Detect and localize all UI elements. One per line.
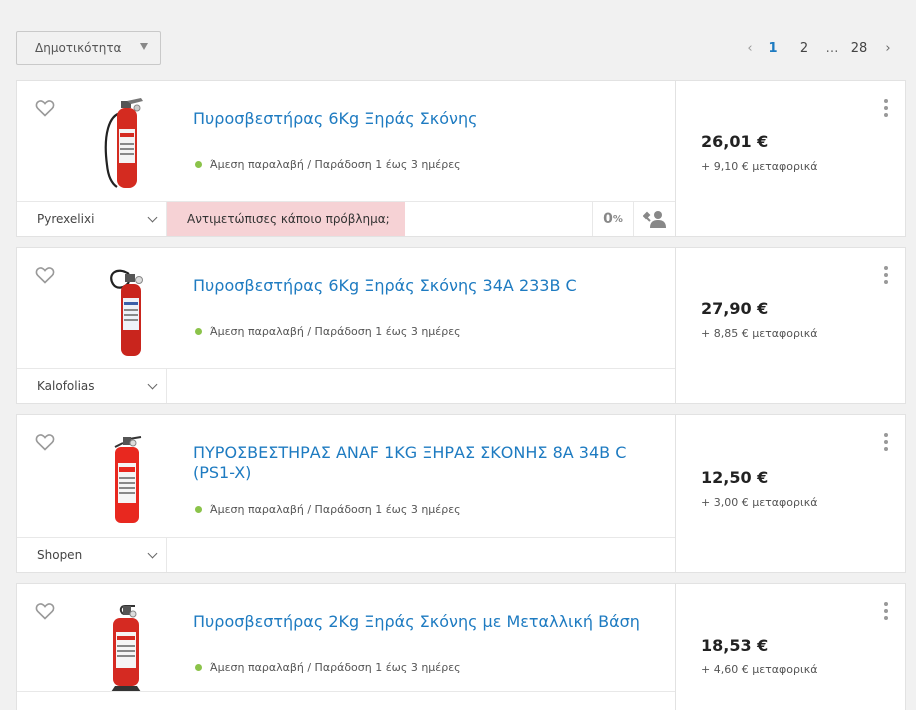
price-panel: 12,50 € + 3,00 € μεταφορικά — [676, 415, 906, 572]
product-footer: Kalofolias — [17, 368, 675, 403]
kebab-menu-icon[interactable] — [884, 433, 888, 451]
availability-dot — [195, 664, 202, 671]
product-info: Πυροσβεστήρας 6Kg Ξηράς Σκόνης 34A 233B … — [17, 248, 676, 403]
availability-dot — [195, 506, 202, 513]
sort-label: Δημοτικότητα — [35, 41, 122, 55]
product-footer: Shopen — [17, 537, 675, 572]
report-problem-button[interactable]: Αντιμετώπισες κάποιο πρόβλημα; — [167, 202, 405, 236]
availability: Άμεση παραλαβή / Παράδοση 1 έως 3 ημέρες — [195, 158, 461, 171]
rating-unit: % — [612, 213, 623, 225]
shop-name: Pyrexelixi — [37, 212, 95, 226]
sort-dropdown[interactable]: Δημοτικότητα — [16, 31, 161, 65]
product-footer: Pyrexelixi Αντιμετώπισες κάποιο πρόβλημα… — [17, 201, 675, 236]
prev-page-button[interactable]: ‹ — [740, 41, 760, 56]
product-title-link[interactable]: Πυροσβεστήρας 2Kg Ξηράς Σκόνης με Μεταλλ… — [193, 612, 663, 632]
shop-name: Shopen — [37, 548, 83, 562]
availability-dot — [195, 161, 202, 168]
heart-icon[interactable] — [35, 266, 55, 284]
product-title-link[interactable]: Πυροσβεστήρας 6Kg Ξηράς Σκόνης 34A 233B … — [193, 276, 663, 296]
kebab-menu-icon[interactable] — [884, 602, 888, 620]
shop-selector[interactable]: Pyrexelixi — [17, 202, 167, 236]
shipping-cost: + 8,85 € μεταφορικά — [701, 327, 818, 340]
product-card-2: Πυροσβεστήρας 6Kg Ξηράς Σκόνης 34A 233B … — [16, 247, 906, 404]
page-1-link[interactable]: 1 — [760, 41, 786, 56]
page-28-link[interactable]: 28 — [842, 41, 876, 56]
support-button[interactable] — [634, 202, 675, 236]
product-footer — [17, 691, 675, 710]
price-panel: 26,01 € + 9,10 € μεταφορικά — [676, 81, 906, 236]
next-page-button[interactable]: › — [876, 41, 900, 56]
price: 26,01 € — [701, 132, 769, 151]
pagination: ‹ 1 2 … 28 › — [740, 31, 900, 65]
heart-icon[interactable] — [35, 99, 55, 117]
product-card-4: Πυροσβεστήρας 2Kg Ξηράς Σκόνης με Μεταλλ… — [16, 583, 906, 710]
product-image[interactable] — [95, 262, 155, 358]
product-info: Πυροσβεστήρας 2Kg Ξηράς Σκόνης με Μεταλλ… — [17, 584, 676, 710]
pagination-ellipsis: … — [825, 40, 839, 56]
toolbar: Δημοτικότητα ‹ 1 2 … 28 › — [16, 31, 900, 65]
kebab-menu-icon[interactable] — [884, 266, 888, 284]
shop-selector[interactable]: Kalofolias — [17, 369, 167, 403]
kebab-menu-icon[interactable] — [884, 99, 888, 117]
availability-text: Άμεση παραλαβή / Παράδοση 1 έως 3 ημέρες — [210, 661, 461, 674]
rating-badge: 0% — [592, 202, 634, 236]
shipping-cost: + 9,10 € μεταφορικά — [701, 160, 818, 173]
shipping-cost: + 3,00 € μεταφορικά — [701, 496, 818, 509]
price-panel: 27,90 € + 8,85 € μεταφορικά — [676, 248, 906, 403]
page-2-link[interactable]: 2 — [786, 41, 822, 56]
availability-text: Άμεση παραλαβή / Παράδοση 1 έως 3 ημέρες — [210, 503, 461, 516]
product-title-link[interactable]: Πυροσβεστήρας 6Kg Ξηράς Σκόνης — [193, 109, 663, 129]
availability-dot — [195, 328, 202, 335]
product-image[interactable] — [95, 95, 155, 191]
shop-name: Kalofolias — [37, 379, 95, 393]
heart-icon[interactable] — [35, 602, 55, 620]
price: 12,50 € — [701, 468, 769, 487]
price-panel: 18,53 € + 4,60 € μεταφορικά — [676, 584, 906, 710]
availability: Άμεση παραλαβή / Παράδοση 1 έως 3 ημέρες — [195, 661, 461, 674]
product-info: ΠΥΡΟΣΒΕΣΤΗΡΑΣ ΑΝΑF 1KG ΞΗΡΑΣ ΣΚΟΝΗΣ 8Α 3… — [17, 415, 676, 572]
heart-icon[interactable] — [35, 433, 55, 451]
product-image[interactable] — [95, 429, 155, 525]
product-info: Πυροσβεστήρας 6Kg Ξηράς Σκόνης Άμεση παρ… — [17, 81, 676, 236]
chevron-down-icon — [147, 379, 158, 390]
availability-text: Άμεση παραλαβή / Παράδοση 1 έως 3 ημέρες — [210, 158, 461, 171]
product-card-3: ΠΥΡΟΣΒΕΣΤΗΡΑΣ ΑΝΑF 1KG ΞΗΡΑΣ ΣΚΟΝΗΣ 8Α 3… — [16, 414, 906, 573]
price: 18,53 € — [701, 636, 769, 655]
price: 27,90 € — [701, 299, 769, 318]
availability-text: Άμεση παραλαβή / Παράδοση 1 έως 3 ημέρες — [210, 325, 461, 338]
chevron-down-icon — [147, 212, 158, 223]
chevron-down-icon — [147, 548, 158, 559]
availability: Άμεση παραλαβή / Παράδοση 1 έως 3 ημέρες — [195, 503, 461, 516]
product-image[interactable] — [95, 598, 155, 694]
shop-selector[interactable]: Shopen — [17, 538, 167, 572]
product-card-1: Πυροσβεστήρας 6Kg Ξηράς Σκόνης Άμεση παρ… — [16, 80, 906, 237]
availability: Άμεση παραλαβή / Παράδοση 1 έως 3 ημέρες — [195, 325, 461, 338]
shipping-cost: + 4,60 € μεταφορικά — [701, 663, 818, 676]
rating-value: 0 — [603, 211, 613, 227]
product-title-link[interactable]: ΠΥΡΟΣΒΕΣΤΗΡΑΣ ΑΝΑF 1KG ΞΗΡΑΣ ΣΚΟΝΗΣ 8Α 3… — [193, 443, 663, 483]
user-wrench-icon — [642, 211, 666, 228]
report-problem-label: Αντιμετώπισες κάποιο πρόβλημα; — [187, 212, 390, 226]
caret-down-icon — [140, 43, 148, 50]
